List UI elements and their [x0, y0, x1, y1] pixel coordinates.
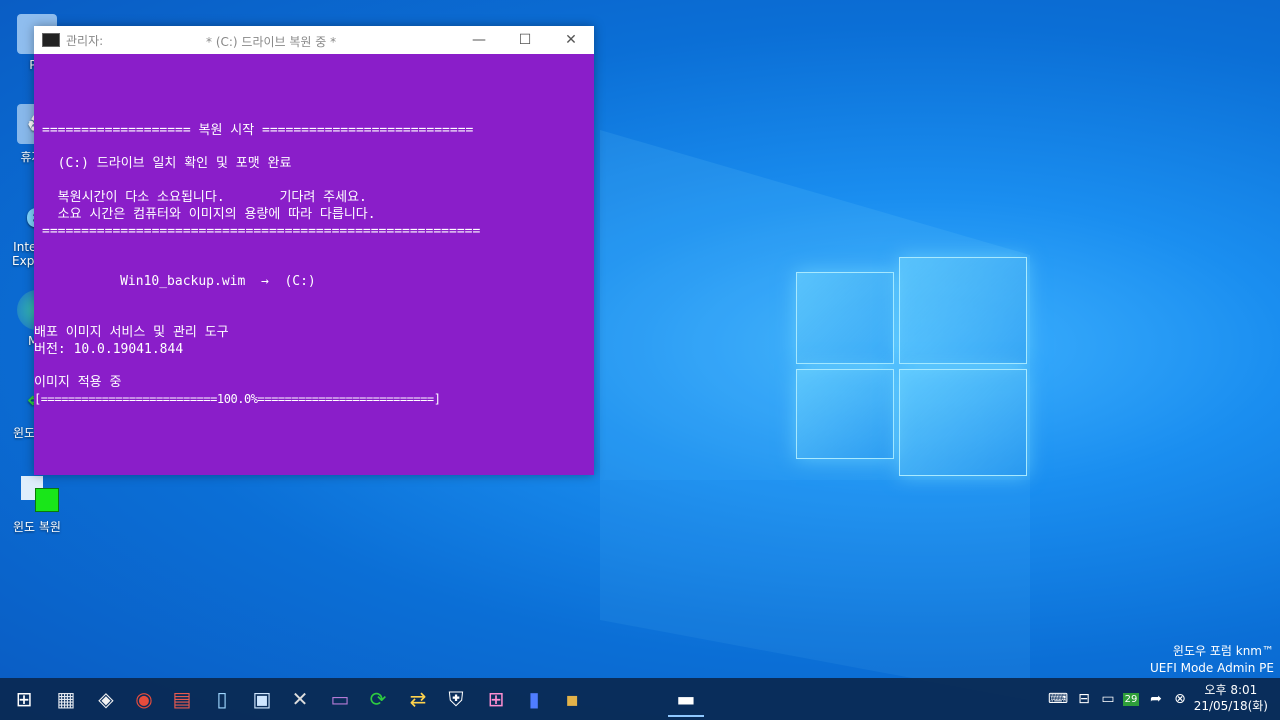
- drive-icon[interactable]: ▤: [166, 683, 198, 715]
- clock-time: 오후 8:01: [1204, 683, 1258, 697]
- store-icon[interactable]: ⊞: [480, 683, 512, 715]
- windows-logo-pane-bl: [796, 369, 894, 459]
- console-line-wait: 복원시간이 다소 소요됩니다. 기다려 주세요.: [42, 190, 367, 205]
- watermark-line1: 윈도우 포럼 knm™: [1172, 644, 1274, 658]
- console-titlebar[interactable]: 관리자: * (C:) 드라이브 복원 중 * — ☐ ✕: [34, 26, 594, 54]
- windows-logo-pane-br: [899, 369, 1027, 476]
- close-button[interactable]: ✕: [548, 26, 594, 54]
- console-app-icon: [42, 33, 60, 47]
- globe-icon[interactable]: ◉: [128, 683, 160, 715]
- keyboard-icon[interactable]: ⌨: [1048, 678, 1068, 720]
- file-icon[interactable]: ▯: [206, 683, 238, 715]
- watermark: 윈도우 포럼 knm™ UEFI Mode Admin PE: [1150, 643, 1274, 677]
- console-admin-label: 관리자:: [66, 33, 104, 48]
- console-line-image: Win10_backup.wim → (C:): [34, 274, 316, 289]
- maximize-button[interactable]: ☐: [502, 26, 548, 54]
- chip-icon[interactable]: ▪: [556, 683, 588, 715]
- display-tray-icon[interactable]: ▭: [1098, 678, 1118, 720]
- console-title: * (C:) 드라이브 복원 중 *: [206, 35, 337, 49]
- phone-icon[interactable]: ▮: [518, 683, 550, 715]
- wrench-icon[interactable]: ✕: [284, 683, 316, 715]
- minimize-button[interactable]: —: [456, 26, 502, 54]
- console-line-format: (C:) 드라이브 일치 확인 및 포맷 완료: [42, 156, 292, 171]
- share-icon[interactable]: ➦: [1146, 678, 1166, 720]
- console-icon[interactable]: ▬: [668, 683, 704, 717]
- windows-logo-pane-tl: [796, 272, 894, 364]
- screen-icon[interactable]: ▭: [324, 683, 356, 715]
- console-line-version: 버전: 10.0.19041.844: [34, 342, 184, 357]
- clock[interactable]: 오후 8:01 21/05/18(화): [1194, 682, 1268, 714]
- console-line-header: =================== 복원 시작 ==============…: [42, 123, 474, 138]
- console-window[interactable]: 관리자: * (C:) 드라이브 복원 중 * — ☐ ✕ ==========…: [34, 26, 594, 475]
- console-line-applying: 이미지 적용 중: [34, 375, 122, 390]
- windows-logo-pane-tr: [899, 257, 1027, 364]
- clock-date: 21/05/18(화): [1193, 699, 1268, 713]
- power-icon[interactable]: ⊗: [1170, 678, 1190, 720]
- progress-bar: [==========================100.0%=======…: [34, 392, 441, 406]
- watermark-line2: UEFI Mode Admin PE: [1149, 661, 1274, 675]
- computer-icon[interactable]: ▣: [246, 683, 278, 715]
- tray-badge: 29: [1122, 692, 1140, 706]
- windows-logo-icon[interactable]: ⊞: [8, 683, 40, 715]
- tools-icon[interactable]: ◈: [90, 683, 122, 715]
- shield-icon[interactable]: ⛨: [440, 683, 472, 715]
- monitor-icon[interactable]: ▦: [50, 683, 82, 715]
- badge-icon[interactable]: 29: [1122, 678, 1140, 720]
- restore-icon: [17, 474, 59, 514]
- desktop-icon-label: 윈도 복원: [13, 520, 61, 534]
- network-icon[interactable]: ⇄: [402, 683, 434, 715]
- desktop-icon-restore[interactable]: 윈도 복원: [0, 474, 74, 535]
- network-tray-icon[interactable]: ⊟: [1074, 678, 1094, 720]
- console-line-separator: ========================================…: [42, 224, 481, 239]
- refresh-icon[interactable]: ⟳: [362, 683, 394, 715]
- console-line-duration: 소요 시간은 컴퓨터와 이미지의 용량에 따라 다릅니다.: [42, 207, 376, 222]
- taskbar: ⊞ ▦ ◈ ◉ ▤ ▯ ▣ ✕ ▭ ⟳ ⇄ ⛨ ⊞ ▮ ▪ ▬ ⌨ ⊟ ▭ 29…: [0, 678, 1280, 720]
- console-output: =================== 복원 시작 ==============…: [34, 54, 594, 475]
- console-line-dism: 배포 이미지 서비스 및 관리 도구: [34, 325, 229, 340]
